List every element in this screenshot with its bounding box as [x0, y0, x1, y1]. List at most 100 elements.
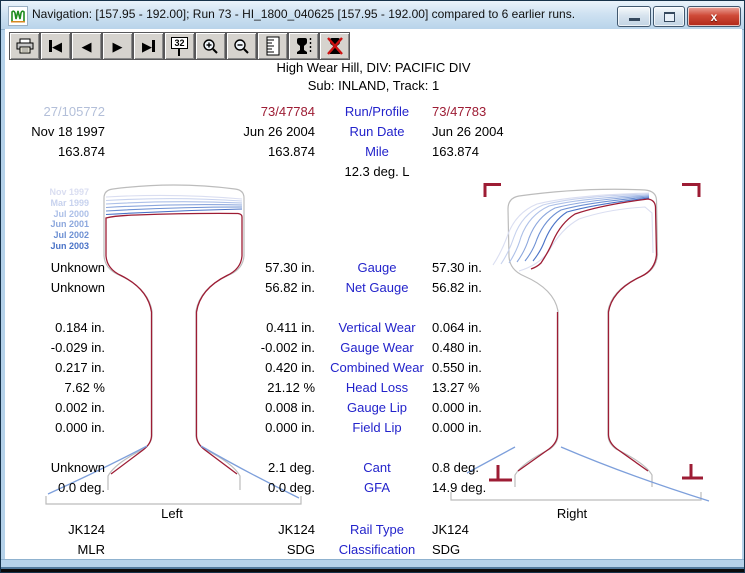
right-rail-label: Right	[532, 506, 612, 521]
print-button[interactable]	[9, 32, 40, 60]
right-mile: 163.874	[432, 144, 572, 159]
left-rail-type: JK124	[5, 522, 105, 537]
rail-type-label: Rail Type	[307, 522, 447, 537]
window-title: Navigation: [157.95 - 192.00]; Run 73 - …	[32, 7, 575, 21]
left-gfa: 0.0 deg.	[5, 480, 105, 495]
gfa-label: GFA	[307, 480, 447, 495]
left-vertical-wear: 0.184 in.	[5, 320, 105, 335]
restore-icon	[664, 12, 675, 22]
rail-logo-icon	[11, 9, 25, 23]
mid-field-lip: 0.000 in.	[191, 420, 315, 435]
left-net-gauge: Unknown	[5, 280, 105, 295]
mid-gauge: 57.30 in.	[191, 260, 315, 275]
ruler-icon	[265, 36, 281, 56]
curvature-value: 12.3 deg. L	[307, 164, 447, 179]
mile-label: Mile	[307, 144, 447, 159]
mid-mile: 163.874	[191, 144, 315, 159]
window-frame-bottom	[1, 559, 745, 573]
left-rail-label: Left	[132, 506, 212, 521]
run-profile-label: Run/Profile	[307, 104, 447, 119]
first-run-button[interactable]: ◀	[40, 32, 71, 60]
left-cant: Unknown	[5, 460, 105, 475]
left-mile: 163.874	[5, 144, 105, 159]
cant-label: Cant	[307, 460, 447, 475]
mid-classification: SDG	[191, 542, 315, 557]
gauge-lip-label: Gauge Lip	[307, 400, 447, 415]
mid-vertical-wear: 0.411 in.	[191, 320, 315, 335]
right-head-loss: 13.27 %	[432, 380, 572, 395]
left-run-date: Nov 18 1997	[5, 124, 105, 139]
toolbar: ◀ ◀ ▶ ▶ 32	[9, 32, 350, 59]
combined-wear-label: Combined Wear	[307, 360, 447, 375]
left-rail-wear-history	[106, 195, 242, 214]
rail-profile-off-icon	[325, 36, 345, 56]
profile-hide-button[interactable]	[319, 32, 350, 60]
right-gfa: 14.9 deg.	[432, 480, 572, 495]
navigation-window: Navigation: [157.95 - 192.00]; Run 73 - …	[0, 0, 745, 573]
right-field-lip: 0.000 in.	[432, 420, 572, 435]
right-classification: SDG	[432, 542, 572, 557]
subdivision-title: Sub: INLAND, Track: 1	[1, 78, 745, 93]
milepost-button[interactable]: 32	[164, 32, 195, 60]
close-button[interactable]: x	[687, 6, 741, 27]
left-classification: MLR	[5, 542, 105, 557]
mid-gfa: 0.0 deg.	[191, 480, 315, 495]
zoom-in-icon	[202, 38, 219, 55]
last-run-icon: ▶	[142, 40, 155, 53]
left-field-lip: 0.000 in.	[5, 420, 105, 435]
right-combined-wear: 0.550 in.	[432, 360, 572, 375]
mid-rail-type: JK124	[191, 522, 315, 537]
right-gauge: 57.30 in.	[432, 260, 572, 275]
mid-run-profile: 73/47784	[191, 104, 315, 119]
previous-run-button[interactable]: ◀	[71, 32, 102, 60]
mile-row: 163.874 163.874 Mile 163.874	[5, 144, 742, 160]
mid-net-gauge: 56.82 in.	[191, 280, 315, 295]
right-vertical-wear: 0.064 in.	[432, 320, 572, 335]
last-run-button[interactable]: ▶	[133, 32, 164, 60]
right-rail-type: JK124	[432, 522, 572, 537]
left-gauge-wear: -0.029 in.	[5, 340, 105, 355]
mid-cant: 2.1 deg.	[191, 460, 315, 475]
zoom-in-button[interactable]	[195, 32, 226, 60]
net-gauge-label: Net Gauge	[307, 280, 447, 295]
previous-run-icon: ◀	[82, 40, 92, 53]
zoom-out-button[interactable]	[226, 32, 257, 60]
field-lip-label: Field Lip	[307, 420, 447, 435]
left-head-loss: 7.62 %	[5, 380, 105, 395]
first-run-icon: ◀	[49, 40, 62, 53]
run-date-label: Run Date	[307, 124, 447, 139]
mid-run-date: Jun 26 2004	[191, 124, 315, 139]
mid-gauge-lip: 0.008 in.	[191, 400, 315, 415]
minimize-button[interactable]	[617, 6, 651, 27]
gauge-wear-label: Gauge Wear	[307, 340, 447, 355]
ruler-button[interactable]	[257, 32, 288, 60]
left-run-profile: 27/105772	[5, 104, 105, 119]
close-icon: x	[711, 10, 718, 24]
head-loss-label: Head Loss	[307, 380, 447, 395]
classification-label: Classification	[307, 542, 447, 557]
milepost-icon: 32	[171, 37, 187, 56]
app-logo-icon	[8, 6, 28, 26]
mid-gauge-wear: -0.002 in.	[191, 340, 315, 355]
curvature-row: 12.3 deg. L	[5, 164, 742, 180]
right-run-date: Jun 26 2004	[432, 124, 572, 139]
next-run-icon: ▶	[113, 40, 123, 53]
left-gauge: Unknown	[5, 260, 105, 275]
right-gauge-lip: 0.000 in.	[432, 400, 572, 415]
print-icon	[16, 38, 34, 54]
gauge-label: Gauge	[307, 260, 447, 275]
run-profile-row: 27/105772 73/47784 Run/Profile 73/47783	[5, 104, 742, 120]
zoom-out-icon	[233, 38, 250, 55]
next-run-button[interactable]: ▶	[102, 32, 133, 60]
right-gauge-wear: 0.480 in.	[432, 340, 572, 355]
vertical-wear-label: Vertical Wear	[307, 320, 447, 335]
right-run-profile: 73/47783	[432, 104, 572, 119]
profile-display-button[interactable]	[288, 32, 319, 60]
minimize-icon	[629, 18, 640, 21]
left-combined-wear: 0.217 in.	[5, 360, 105, 375]
rail-profile-icon	[294, 36, 314, 56]
restore-button[interactable]	[653, 6, 685, 27]
title-bar[interactable]: Navigation: [157.95 - 192.00]; Run 73 - …	[1, 1, 745, 30]
right-net-gauge: 56.82 in.	[432, 280, 572, 295]
mid-head-loss: 21.12 %	[191, 380, 315, 395]
